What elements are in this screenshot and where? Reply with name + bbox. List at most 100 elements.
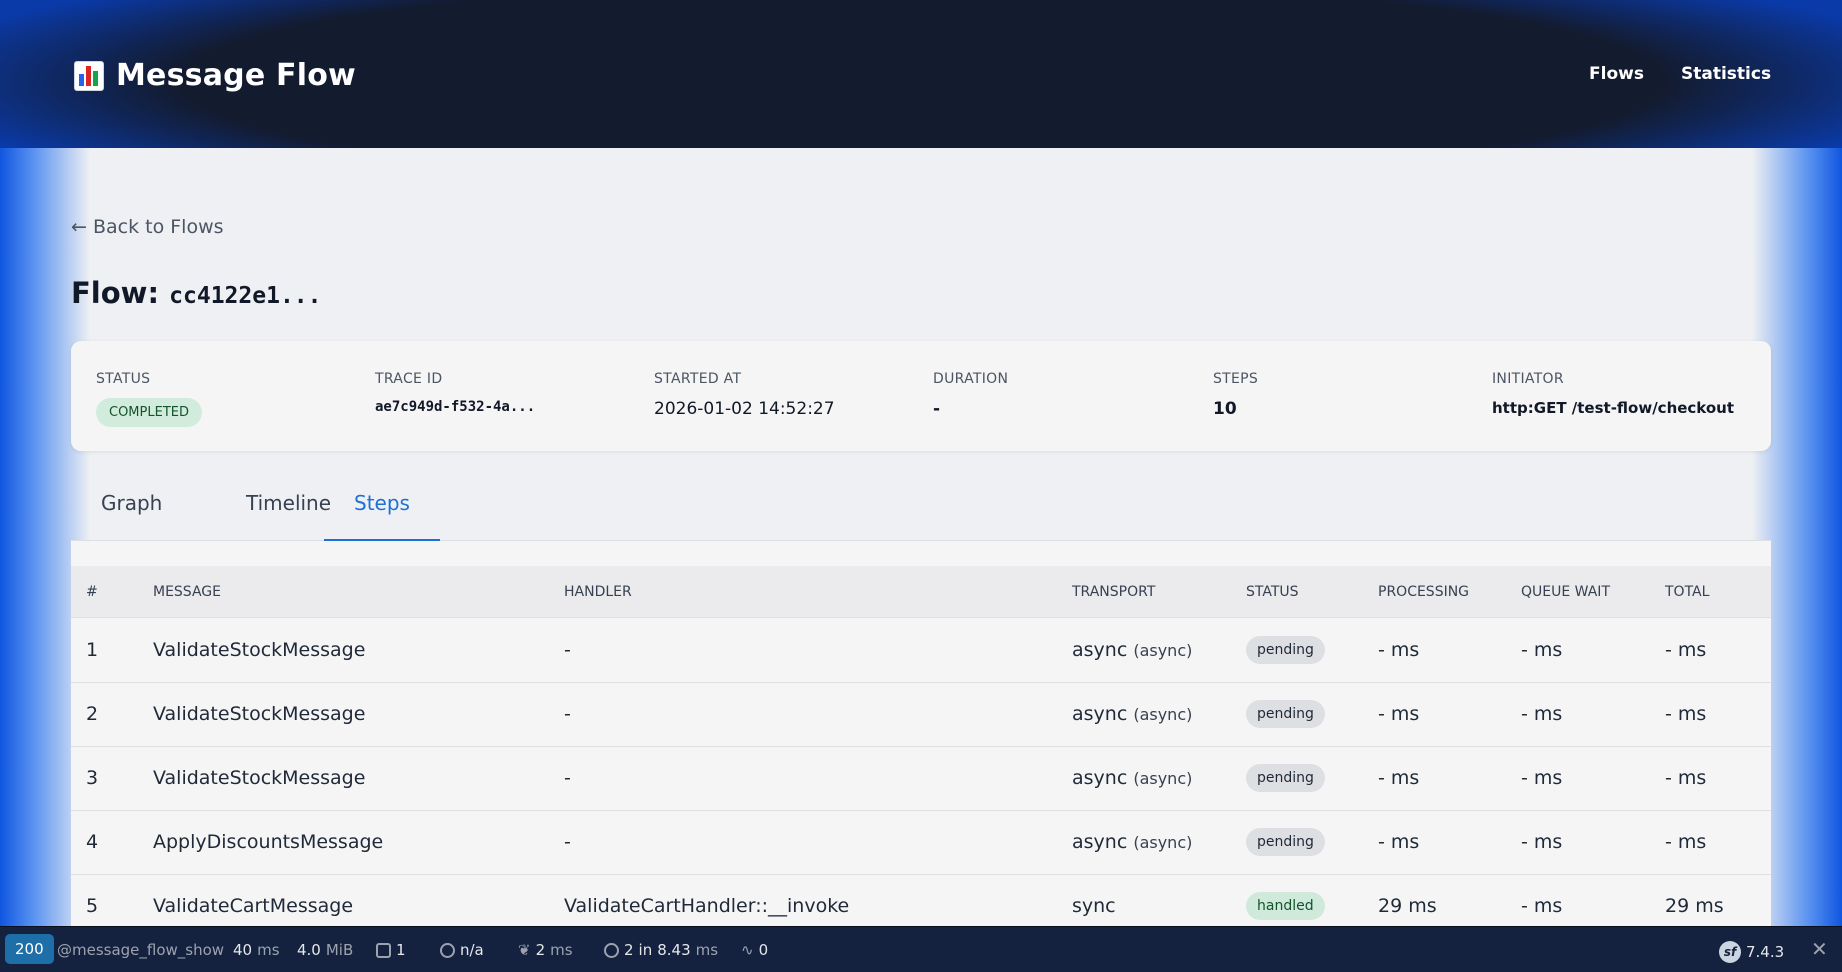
table-row[interactable]: 3 ValidateStockMessage - async (async) pendi… bbox=[71, 747, 1771, 811]
row-processing: - ms bbox=[1378, 703, 1420, 725]
request-time[interactable]: 40 ms bbox=[233, 941, 280, 959]
database-icon bbox=[604, 942, 619, 958]
status-label: STATUS bbox=[96, 371, 151, 387]
nav-flows-link[interactable]: Flows bbox=[1589, 64, 1644, 84]
flow-title-prefix: Flow: bbox=[71, 276, 160, 310]
files-indicator[interactable]: 1 bbox=[376, 941, 406, 959]
table-row[interactable]: 2 ValidateStockMessage - async (async) pendi… bbox=[71, 683, 1771, 747]
flow-summary-card: STATUS COMPLETED TRACE ID ae7c949d-f532-… bbox=[71, 341, 1771, 451]
nav-statistics-link[interactable]: Statistics bbox=[1681, 64, 1771, 84]
table-row[interactable]: 4 ApplyDiscountsMessage - async (async) pend… bbox=[71, 811, 1771, 875]
flow-id: cc4122e1... bbox=[169, 283, 322, 309]
twig-value: 2 bbox=[535, 941, 546, 959]
row-number: 1 bbox=[86, 639, 99, 661]
row-status: pending bbox=[1246, 764, 1325, 792]
initiator-value: http:GET /test-flow/checkout bbox=[1492, 399, 1735, 417]
row-status: pending bbox=[1246, 828, 1325, 856]
symfony-logo-icon: sf bbox=[1719, 941, 1741, 963]
steps-value: 10 bbox=[1213, 399, 1237, 419]
memory-usage[interactable]: 4.0 MiB bbox=[297, 941, 353, 959]
row-total: - ms bbox=[1665, 831, 1707, 853]
row-processing: - ms bbox=[1378, 831, 1420, 853]
trace-id-field: TRACE ID ae7c949d-f532-4a... bbox=[375, 371, 535, 415]
row-message: ValidateStockMessage bbox=[153, 703, 366, 725]
row-queue-wait: - ms bbox=[1521, 767, 1563, 789]
started-at-label: STARTED AT bbox=[654, 371, 742, 387]
row-handler: - bbox=[564, 831, 571, 853]
page: Message Flow Flows Statistics ← Back to … bbox=[0, 0, 1842, 972]
transport-detail: (async) bbox=[1133, 641, 1193, 660]
view-tabs: Graph Timeline Steps bbox=[71, 478, 1771, 542]
duration-label: DURATION bbox=[933, 371, 1009, 387]
status-badge: COMPLETED bbox=[96, 398, 202, 427]
database-indicator[interactable]: 2 in 8.43 ms bbox=[604, 941, 718, 959]
col-handler[interactable]: HANDLER bbox=[564, 584, 632, 600]
request-time-unit: ms bbox=[257, 941, 280, 959]
row-message: ValidateStockMessage bbox=[153, 767, 366, 789]
row-queue-wait: - ms bbox=[1521, 895, 1563, 917]
row-status: handled bbox=[1246, 892, 1325, 920]
trace-id-label: TRACE ID bbox=[375, 371, 443, 387]
row-total: - ms bbox=[1665, 767, 1707, 789]
user-indicator[interactable]: n/a bbox=[440, 941, 484, 959]
db-in: in bbox=[638, 941, 653, 959]
transport-name: async bbox=[1072, 639, 1128, 661]
transport-name: async bbox=[1072, 831, 1128, 853]
duration-value: - bbox=[933, 399, 941, 419]
symfony-version-value: 7.4.3 bbox=[1746, 943, 1785, 961]
request-time-value: 40 bbox=[233, 941, 253, 959]
table-row[interactable]: 1 ValidateStockMessage - async (async) pendi… bbox=[71, 619, 1771, 683]
back-to-flows-link[interactable]: ← Back to Flows bbox=[71, 216, 224, 238]
col-processing[interactable]: PROCESSING bbox=[1378, 584, 1469, 600]
status-field: STATUS COMPLETED bbox=[96, 371, 202, 427]
row-number: 5 bbox=[86, 895, 99, 917]
top-header: Message Flow Flows Statistics bbox=[0, 0, 1842, 148]
col-total[interactable]: TOTAL bbox=[1665, 584, 1709, 600]
twig-indicator[interactable]: ❦ 2 ms bbox=[518, 941, 573, 959]
row-status: pending bbox=[1246, 636, 1325, 664]
bar-chart-icon bbox=[74, 60, 104, 91]
row-transport: sync bbox=[1072, 895, 1116, 917]
tab-graph[interactable]: Graph bbox=[71, 478, 192, 542]
transport-name: sync bbox=[1072, 895, 1116, 917]
row-processing: - ms bbox=[1378, 767, 1420, 789]
col-number[interactable]: # bbox=[86, 584, 98, 600]
col-status[interactable]: STATUS bbox=[1246, 584, 1299, 600]
row-status: pending bbox=[1246, 700, 1325, 728]
file-icon bbox=[376, 942, 391, 958]
page-title: Flow: cc4122e1... bbox=[71, 276, 322, 310]
user-icon bbox=[440, 942, 455, 958]
steps-label: STEPS bbox=[1213, 371, 1259, 387]
started-at-field: STARTED AT 2026-01-02 14:52:27 bbox=[654, 371, 835, 419]
row-transport: async (async) bbox=[1072, 831, 1192, 853]
row-queue-wait: - ms bbox=[1521, 703, 1563, 725]
brand[interactable]: Message Flow bbox=[74, 58, 356, 93]
db-queries: 2 bbox=[624, 941, 634, 959]
user-value: n/a bbox=[460, 941, 484, 959]
app-title: Message Flow bbox=[116, 58, 356, 93]
row-number: 3 bbox=[86, 767, 99, 789]
row-handler: - bbox=[564, 767, 571, 789]
transport-detail: (async) bbox=[1133, 769, 1193, 788]
close-icon[interactable]: ✕ bbox=[1811, 937, 1828, 961]
events-indicator[interactable]: ∿ 0 bbox=[741, 941, 768, 959]
memory-value: 4.0 bbox=[297, 941, 321, 959]
symfony-version[interactable]: sf 7.4.3 bbox=[1719, 941, 1784, 963]
duration-field: DURATION - bbox=[933, 371, 1008, 419]
row-number: 2 bbox=[86, 703, 99, 725]
route-name[interactable]: @message_flow_show bbox=[57, 941, 224, 959]
row-processing: - ms bbox=[1378, 639, 1420, 661]
db-time: 8.43 bbox=[657, 941, 691, 959]
col-message[interactable]: MESSAGE bbox=[153, 584, 221, 600]
transport-detail: (async) bbox=[1133, 705, 1193, 724]
col-queue-wait[interactable]: QUEUE WAIT bbox=[1521, 584, 1610, 600]
status-code-badge[interactable]: 200 bbox=[5, 934, 54, 964]
row-transport: async (async) bbox=[1072, 767, 1192, 789]
col-transport[interactable]: TRANSPORT bbox=[1072, 584, 1155, 600]
row-message: ApplyDiscountsMessage bbox=[153, 831, 384, 853]
tab-steps[interactable]: Steps bbox=[324, 478, 440, 542]
memory-unit: MiB bbox=[325, 941, 354, 959]
table-header: # MESSAGE HANDLER TRANSPORT STATUS PROCE… bbox=[71, 566, 1771, 618]
transport-name: async bbox=[1072, 703, 1128, 725]
events-count: 0 bbox=[758, 941, 769, 959]
